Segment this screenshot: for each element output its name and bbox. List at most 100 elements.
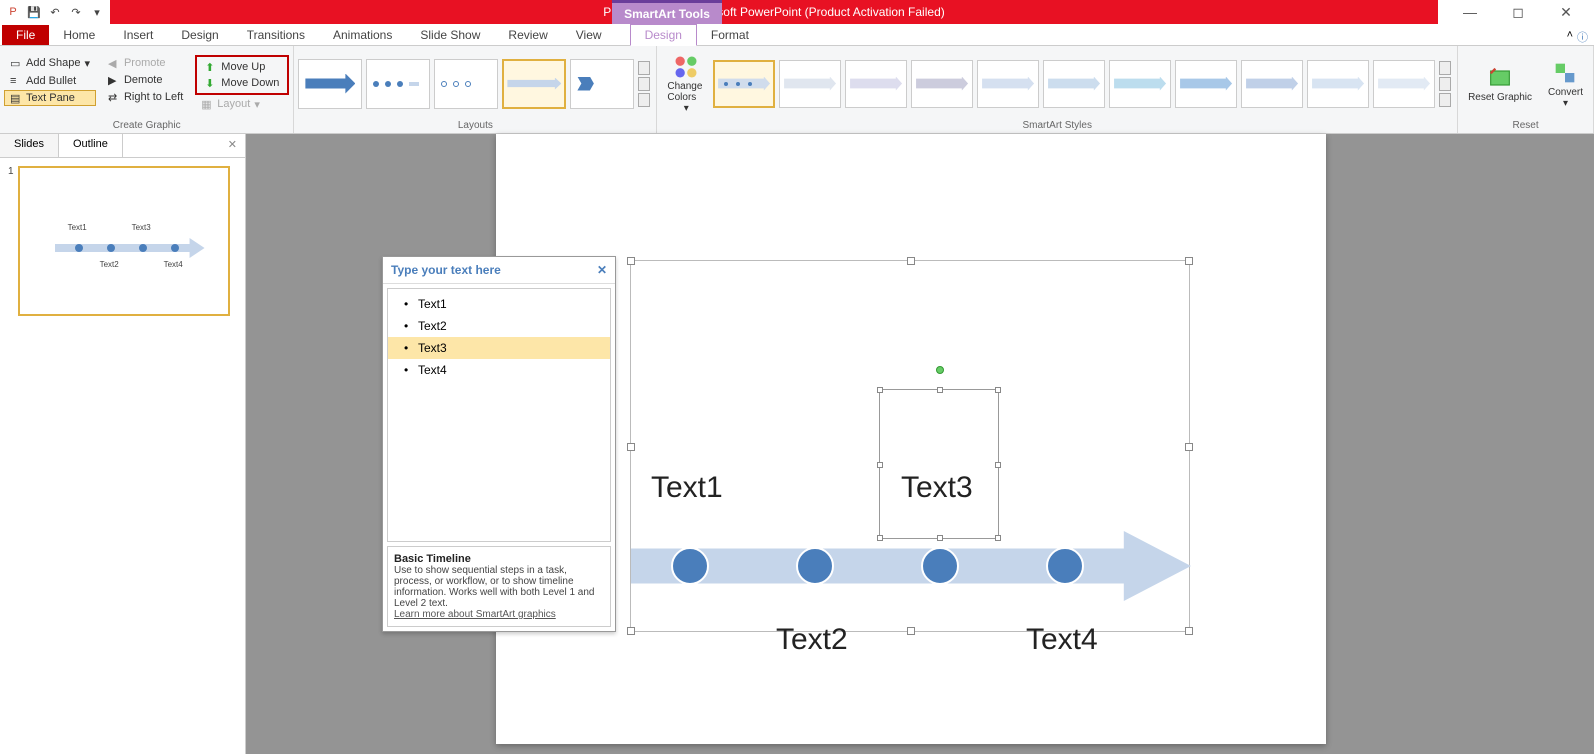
group-reset: Reset Graphic Convert▾ Reset <box>1458 46 1594 133</box>
layout-scroll-down-icon[interactable] <box>638 77 650 91</box>
qat-dropdown-icon[interactable]: ▾ <box>88 3 106 21</box>
outline-tab[interactable]: Outline <box>59 134 123 157</box>
group-layouts: Layouts <box>294 46 657 133</box>
timeline-dot-4[interactable] <box>1046 547 1084 585</box>
move-buttons-highlight: ⬆Move Up ⬇Move Down <box>195 55 289 95</box>
layout-option-selected[interactable] <box>502 59 566 109</box>
text-pane-description: Basic Timeline Use to show sequential st… <box>387 546 611 627</box>
group-create-graphic: ▭Add Shape▾ ≡Add Bullet ▤Text Pane ◀Prom… <box>0 46 294 133</box>
demote-icon: ▶ <box>108 74 120 86</box>
ribbon-minimize-icon[interactable]: ˄ <box>1567 29 1573 45</box>
layout-option-2[interactable] <box>366 59 430 109</box>
slide-panel: Slides Outline ✕ 1 Text1 Text3 Text2 Tex… <box>0 134 246 754</box>
promote-button[interactable]: ◀Promote <box>102 55 189 71</box>
style-option-7[interactable] <box>1109 60 1171 108</box>
tab-insert[interactable]: Insert <box>109 25 167 45</box>
rotate-handle-icon[interactable] <box>936 366 944 374</box>
maximize-icon[interactable]: ◻ <box>1498 0 1538 24</box>
undo-icon[interactable]: ↶ <box>46 3 64 21</box>
smartart-text-4[interactable]: Text4 <box>1026 623 1098 657</box>
move-up-icon: ⬆ <box>205 61 217 73</box>
group-label-layouts: Layouts <box>298 119 652 133</box>
style-option-3[interactable] <box>845 60 907 108</box>
text-pane-item-1[interactable]: Text1 <box>388 293 610 315</box>
style-option-4[interactable] <box>911 60 973 108</box>
style-option-9[interactable] <box>1241 60 1303 108</box>
style-option-6[interactable] <box>1043 60 1105 108</box>
move-down-button[interactable]: ⬇Move Down <box>199 75 285 91</box>
timeline-dot-3[interactable] <box>921 547 959 585</box>
timeline-dot-2[interactable] <box>796 547 834 585</box>
slide-canvas[interactable]: Text1 Text3 Text2 Text4 <box>496 134 1326 744</box>
title-bar: P 💾 ↶ ↷ ▾ Presentation1 - Microsoft Powe… <box>0 0 1594 24</box>
selection-box <box>879 389 999 539</box>
text-pane: Type your text here ✕ Text1 Text2 Text3 … <box>382 256 616 632</box>
add-bullet-icon: ≡ <box>10 75 22 87</box>
text-pane-list[interactable]: Text1 Text2 Text3 Text4 <box>387 288 611 542</box>
add-bullet-button[interactable]: ≡Add Bullet <box>4 73 96 89</box>
close-icon[interactable]: ✕ <box>1546 0 1586 24</box>
group-label-reset: Reset <box>1462 119 1589 133</box>
style-option-1[interactable] <box>713 60 775 108</box>
reset-graphic-icon <box>1486 64 1514 92</box>
slide-thumbnail[interactable]: Text1 Text3 Text2 Text4 <box>18 166 230 316</box>
group-label-create-graphic: Create Graphic <box>4 119 289 133</box>
style-option-2[interactable] <box>779 60 841 108</box>
timeline-arrow <box>631 531 1191 601</box>
convert-button[interactable]: Convert▾ <box>1542 55 1589 113</box>
desc-title: Basic Timeline <box>394 553 471 565</box>
redo-icon[interactable]: ↷ <box>67 3 85 21</box>
smartart-graphic[interactable]: Text1 Text3 Text2 Text4 <box>630 260 1190 632</box>
layout-option-5[interactable] <box>570 59 634 109</box>
save-icon[interactable]: 💾 <box>25 3 43 21</box>
tab-home[interactable]: Home <box>49 25 109 45</box>
smartart-tools-tab: SmartArt Tools <box>612 0 722 24</box>
learn-more-link[interactable]: Learn more about SmartArt graphics <box>394 609 556 620</box>
layout-scroll-up-icon[interactable] <box>638 61 650 75</box>
move-down-icon: ⬇ <box>205 77 217 89</box>
text-pane-item-4[interactable]: Text4 <box>388 359 610 381</box>
style-option-8[interactable] <box>1175 60 1237 108</box>
help-icon[interactable]: ⓘ <box>1577 29 1588 45</box>
layout-expand-icon[interactable] <box>638 93 650 107</box>
tab-animations[interactable]: Animations <box>319 25 406 45</box>
change-colors-button[interactable]: Change Colors▾ <box>661 49 711 118</box>
workspace: Slides Outline ✕ 1 Text1 Text3 Text2 Tex… <box>0 134 1594 754</box>
smartart-text-2[interactable]: Text2 <box>776 623 848 657</box>
tab-format[interactable]: Format <box>697 25 763 45</box>
minimize-icon[interactable]: — <box>1450 0 1490 24</box>
tab-review[interactable]: Review <box>494 25 561 45</box>
add-shape-button[interactable]: ▭Add Shape▾ <box>4 55 96 72</box>
text-pane-button[interactable]: ▤Text Pane <box>4 90 96 106</box>
layout-gallery-more[interactable] <box>638 61 652 107</box>
text-pane-item-2[interactable]: Text2 <box>388 315 610 337</box>
tab-design[interactable]: Design <box>167 25 232 45</box>
right-to-left-button[interactable]: ⇄Right to Left <box>102 89 189 105</box>
style-option-11[interactable] <box>1373 60 1435 108</box>
tab-smartart-design[interactable]: Design <box>630 24 697 46</box>
panel-close-icon[interactable]: ✕ <box>220 134 245 157</box>
slides-tab[interactable]: Slides <box>0 134 59 157</box>
text-pane-title: Type your text here <box>391 263 501 277</box>
smartart-text-1[interactable]: Text1 <box>651 471 723 505</box>
reset-graphic-button[interactable]: Reset Graphic <box>1462 60 1538 107</box>
style-option-10[interactable] <box>1307 60 1369 108</box>
layout-option-3[interactable] <box>434 59 498 109</box>
layout-button[interactable]: ▦Layout▾ <box>195 96 289 113</box>
desc-body: Use to show sequential steps in a task, … <box>394 565 594 609</box>
tab-transitions[interactable]: Transitions <box>233 25 319 45</box>
styles-gallery-more[interactable] <box>1439 61 1453 107</box>
tab-slideshow[interactable]: Slide Show <box>406 25 494 45</box>
window-title: Presentation1 - Microsoft PowerPoint (Pr… <box>110 0 1438 24</box>
style-option-5[interactable] <box>977 60 1039 108</box>
ribbon-tabs: File Home Insert Design Transitions Anim… <box>0 24 1594 46</box>
layout-option-1[interactable] <box>298 59 362 109</box>
demote-button[interactable]: ▶Demote <box>102 72 189 88</box>
timeline-dot-1[interactable] <box>671 547 709 585</box>
move-up-button[interactable]: ⬆Move Up <box>199 59 285 75</box>
tab-view[interactable]: View <box>562 25 616 45</box>
text-pane-close-icon[interactable]: ✕ <box>597 263 607 277</box>
text-pane-item-3[interactable]: Text3 <box>388 337 610 359</box>
group-smartart-styles: Change Colors▾ SmartArt Styles <box>657 46 1458 133</box>
tab-file[interactable]: File <box>2 25 49 45</box>
